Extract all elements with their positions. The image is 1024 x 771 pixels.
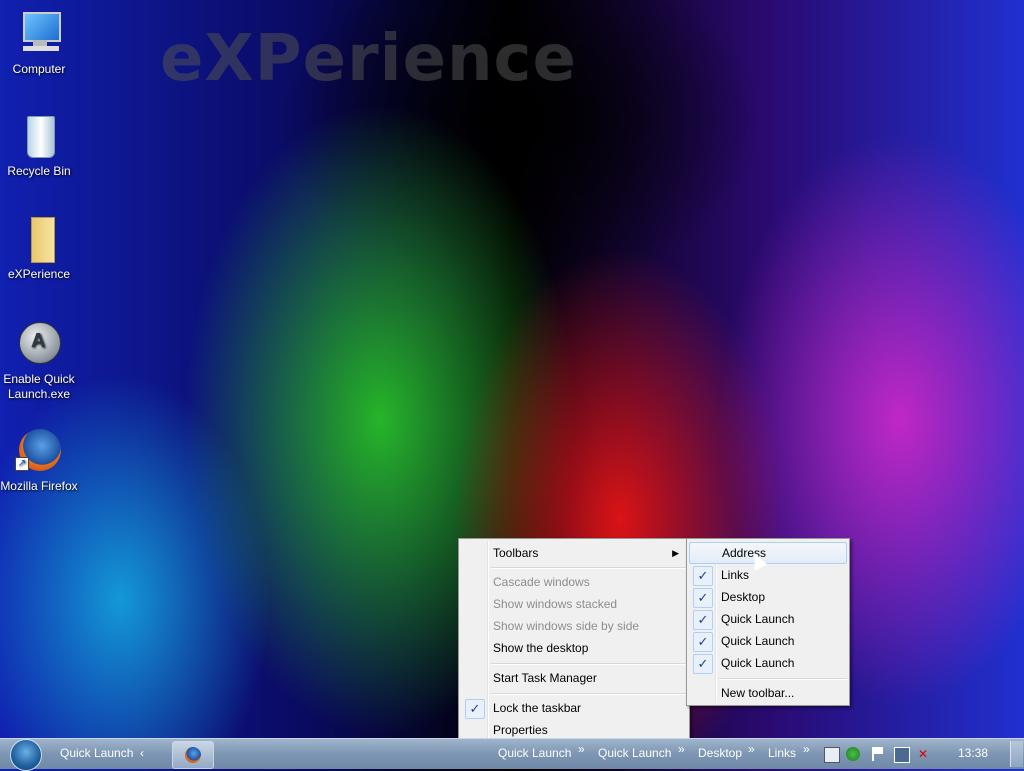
desktop-icon-label: Computer — [12, 62, 66, 76]
toolbar-links[interactable]: Links — [768, 746, 796, 760]
show-desktop-button[interactable] — [1010, 741, 1023, 767]
checkmark-icon: ✓ — [693, 654, 713, 674]
submenu-item-address[interactable]: Address — [689, 542, 847, 564]
menu-item-toolbars[interactable]: Toolbars ▶ — [461, 542, 687, 564]
submenu-arrow-icon: ▶ — [672, 548, 679, 558]
menu-item-label: Quick Launch — [721, 634, 795, 648]
desktop-icon-recycle-bin[interactable]: Recycle Bin — [0, 112, 78, 179]
menu-item-show-windows-side-by-side[interactable]: Show windows side by side — [461, 615, 687, 637]
menu-item-label: Show windows side by side — [493, 619, 640, 633]
shortcut-arrow-icon: ↗ — [15, 457, 29, 471]
desktop-icon-label: Recycle Bin — [7, 164, 71, 178]
menu-separator — [719, 678, 847, 680]
menu-item-label: Show windows stacked — [493, 597, 618, 611]
network-icon[interactable] — [894, 747, 910, 763]
checkmark-icon: ✓ — [693, 566, 713, 586]
menu-item-label: Desktop — [721, 590, 766, 604]
toolbar-quick-launch[interactable]: Quick Launch — [498, 746, 571, 760]
firefox-icon: ↗ — [15, 427, 63, 475]
taskbar-context-menu: Toolbars ▶ Cascade windows Show windows … — [458, 538, 690, 744]
menu-item-label: Quick Launch — [721, 656, 795, 670]
desktop-icon-label: Mozilla Firefox — [0, 479, 78, 493]
recycle-bin-icon — [15, 112, 63, 160]
taskbar-button-firefox[interactable] — [172, 741, 214, 769]
menu-item-label: New toolbar... — [721, 686, 795, 700]
toolbar-chevron-icon[interactable]: » — [678, 742, 685, 756]
submenu-item-links[interactable]: ✓ Links — [689, 564, 847, 586]
desktop-icon-experience-folder[interactable]: eXPerience — [0, 215, 78, 282]
menu-item-cascade-windows[interactable]: Cascade windows — [461, 571, 687, 593]
toolbars-submenu: Address ✓ Links ✓ Desktop ✓ Quick Launch… — [686, 538, 850, 706]
submenu-item-quick-launch[interactable]: ✓ Quick Launch — [689, 630, 847, 652]
action-center-icon[interactable] — [824, 747, 840, 763]
menu-item-show-windows-stacked[interactable]: Show windows stacked — [461, 593, 687, 615]
volume-muted-icon[interactable]: ✕ — [918, 747, 932, 761]
menu-item-show-the-desktop[interactable]: Show the desktop — [461, 637, 687, 659]
app-icon: A — [15, 320, 63, 368]
firefox-icon — [185, 747, 201, 763]
menu-separator — [491, 693, 687, 695]
menu-separator — [491, 567, 687, 569]
security-icon[interactable] — [846, 747, 860, 761]
folder-icon — [15, 215, 63, 263]
quick-launch-toolbar[interactable]: Quick Launch — [60, 746, 133, 760]
checkmark-icon: ✓ — [693, 610, 713, 630]
menu-item-label: Properties — [493, 723, 548, 737]
menu-item-label: Links — [721, 568, 750, 582]
desktop-icon-enable-quick-launch[interactable]: A Enable Quick Launch.exe — [0, 320, 78, 402]
clock[interactable]: 13:38 — [958, 746, 988, 760]
toolbar-quick-launch[interactable]: Quick Launch — [598, 746, 671, 760]
computer-icon — [15, 10, 63, 58]
menu-item-label: Quick Launch — [721, 612, 795, 626]
checkmark-icon: ✓ — [693, 632, 713, 652]
menu-item-lock-the-taskbar[interactable]: ✓ Lock the taskbar — [461, 697, 687, 719]
menu-separator — [491, 663, 687, 665]
toolbar-chevron-icon[interactable]: » — [578, 742, 585, 756]
toolbar-chevron-icon[interactable]: » — [803, 742, 810, 756]
flag-icon[interactable] — [870, 747, 884, 761]
taskbar: Quick Launch ‹ Quick Launch » Quick Laun… — [0, 738, 1024, 771]
desktop-icon-computer[interactable]: Computer — [0, 10, 78, 77]
windows-logo-icon — [10, 739, 42, 771]
submenu-item-new-toolbar[interactable]: New toolbar... — [689, 682, 847, 704]
menu-item-label: Lock the taskbar — [493, 701, 582, 715]
submenu-item-desktop[interactable]: ✓ Desktop — [689, 586, 847, 608]
toolbar-chevron-icon[interactable]: » — [748, 742, 755, 756]
checkmark-icon: ✓ — [693, 588, 713, 608]
start-button[interactable] — [8, 739, 44, 771]
menu-item-label: Show the desktop — [493, 641, 589, 655]
wallpaper-watermark: eXPerience — [160, 22, 577, 96]
submenu-item-quick-launch[interactable]: ✓ Quick Launch — [689, 652, 847, 674]
menu-item-start-task-manager[interactable]: Start Task Manager — [461, 667, 687, 689]
menu-item-label: Toolbars — [493, 546, 539, 560]
desktop-icon-label: Enable Quick Launch.exe — [3, 372, 75, 401]
toolbar-desktop[interactable]: Desktop — [698, 746, 742, 760]
checkmark-icon: ✓ — [465, 699, 485, 719]
quick-launch-chevron-icon[interactable]: ‹ — [140, 746, 144, 760]
desktop-icon-firefox[interactable]: ↗ Mozilla Firefox — [0, 427, 78, 494]
desktop-icon-label: eXPerience — [7, 267, 71, 281]
submenu-item-quick-launch[interactable]: ✓ Quick Launch — [689, 608, 847, 630]
menu-item-label: Cascade windows — [493, 575, 590, 589]
menu-item-label: Start Task Manager — [493, 671, 597, 685]
